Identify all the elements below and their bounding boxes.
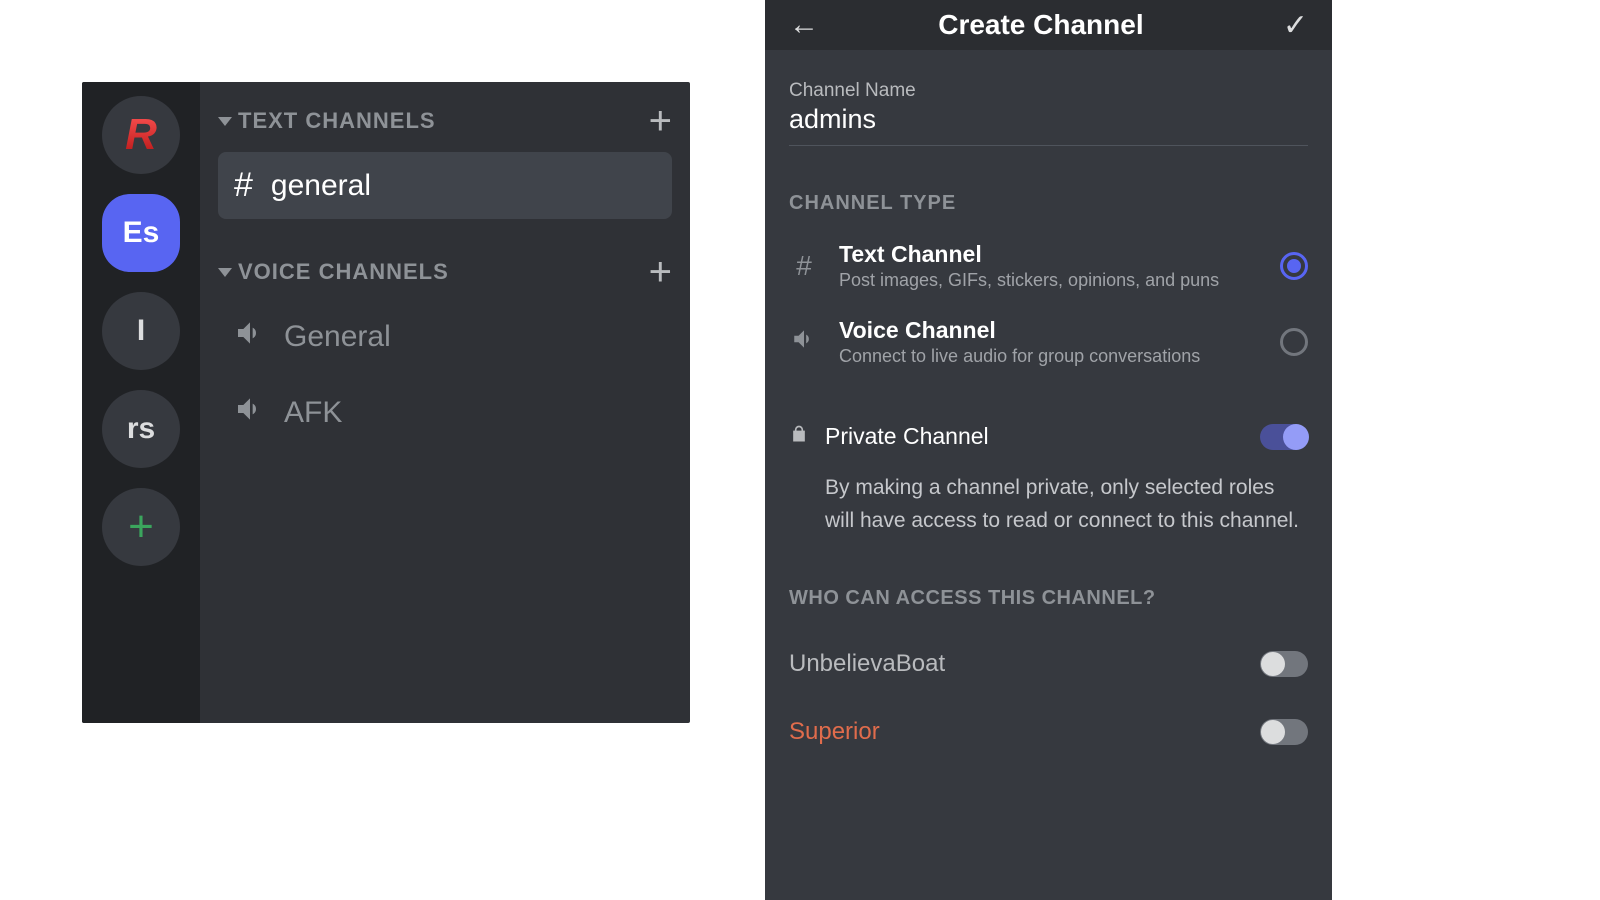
add-server-button[interactable]: +: [102, 488, 180, 566]
hash-icon: #: [234, 166, 253, 205]
type-text-channel[interactable]: # Text Channel Post images, GIFs, sticke…: [789, 241, 1308, 291]
type-voice-channel[interactable]: Voice Channel Connect to live audio for …: [789, 317, 1308, 367]
confirm-check-icon[interactable]: ✓: [1283, 8, 1308, 43]
channel-general[interactable]: # general: [218, 152, 672, 219]
channel-label: AFK: [284, 396, 342, 430]
channel-label: General: [284, 320, 391, 354]
radio-text-channel[interactable]: [1280, 252, 1308, 280]
server-icon-r[interactable]: R: [102, 96, 180, 174]
type-voice-sub: Connect to live audio for group conversa…: [839, 346, 1260, 367]
speaker-icon: [789, 326, 819, 359]
page-title: Create Channel: [799, 9, 1283, 41]
channel-type-header: CHANNEL TYPE: [789, 192, 1308, 215]
chevron-down-icon: [218, 268, 232, 277]
server-rail: R Es I rs +: [82, 82, 200, 723]
type-text-sub: Post images, GIFs, stickers, opinions, a…: [839, 270, 1260, 291]
server-icon-es[interactable]: Es: [102, 194, 180, 272]
channel-name-input[interactable]: admins: [789, 104, 1308, 146]
role-toggle[interactable]: [1260, 719, 1308, 745]
text-channels-category[interactable]: TEXT CHANNELS +: [218, 108, 672, 134]
add-voice-channel-button[interactable]: +: [649, 262, 672, 282]
server-icon-i[interactable]: I: [102, 292, 180, 370]
form-body: Channel Name admins CHANNEL TYPE # Text …: [765, 50, 1332, 900]
type-text-title: Text Channel: [839, 241, 1260, 268]
role-toggle[interactable]: [1260, 651, 1308, 677]
create-channel-panel: ← Create Channel ✓ Channel Name admins C…: [765, 0, 1332, 900]
server-icon-rs[interactable]: rs: [102, 390, 180, 468]
role-row-superior: Superior: [789, 718, 1308, 746]
role-name: UnbelievaBoat: [789, 650, 945, 678]
speaker-icon: [234, 393, 266, 433]
hash-icon: #: [789, 250, 819, 282]
server-es-label: Es: [123, 216, 160, 250]
private-channel-row: Private Channel: [789, 423, 1308, 450]
voice-channel-general[interactable]: General: [218, 303, 672, 371]
voice-channels-label: VOICE CHANNELS: [238, 259, 449, 285]
private-toggle[interactable]: [1260, 424, 1308, 450]
speaker-icon: [234, 317, 266, 357]
voice-channels-category[interactable]: VOICE CHANNELS +: [218, 259, 672, 285]
add-text-channel-button[interactable]: +: [649, 111, 672, 131]
channel-label: general: [271, 169, 371, 203]
chevron-down-icon: [218, 117, 232, 126]
type-voice-title: Voice Channel: [839, 317, 1260, 344]
radio-voice-channel[interactable]: [1280, 328, 1308, 356]
access-section-header: WHO CAN ACCESS THIS CHANNEL?: [789, 587, 1308, 610]
private-description: By making a channel private, only select…: [789, 472, 1308, 537]
server-r-label: R: [125, 110, 157, 160]
discord-channel-panel: R Es I rs + TEXT CHANNELS + # general: [82, 82, 690, 723]
server-rs-label: rs: [127, 412, 155, 446]
voice-channel-afk[interactable]: AFK: [218, 379, 672, 447]
topbar: ← Create Channel ✓: [765, 0, 1332, 50]
role-row-unbelievaboat: UnbelievaBoat: [789, 650, 1308, 678]
channel-name-label: Channel Name: [789, 80, 1308, 102]
text-channels-label: TEXT CHANNELS: [238, 108, 436, 134]
lock-icon: [789, 424, 809, 449]
channel-list: TEXT CHANNELS + # general VOICE CHANNELS…: [200, 82, 690, 723]
private-channel-label: Private Channel: [825, 423, 1244, 450]
role-name: Superior: [789, 718, 880, 746]
server-i-label: I: [137, 314, 145, 348]
